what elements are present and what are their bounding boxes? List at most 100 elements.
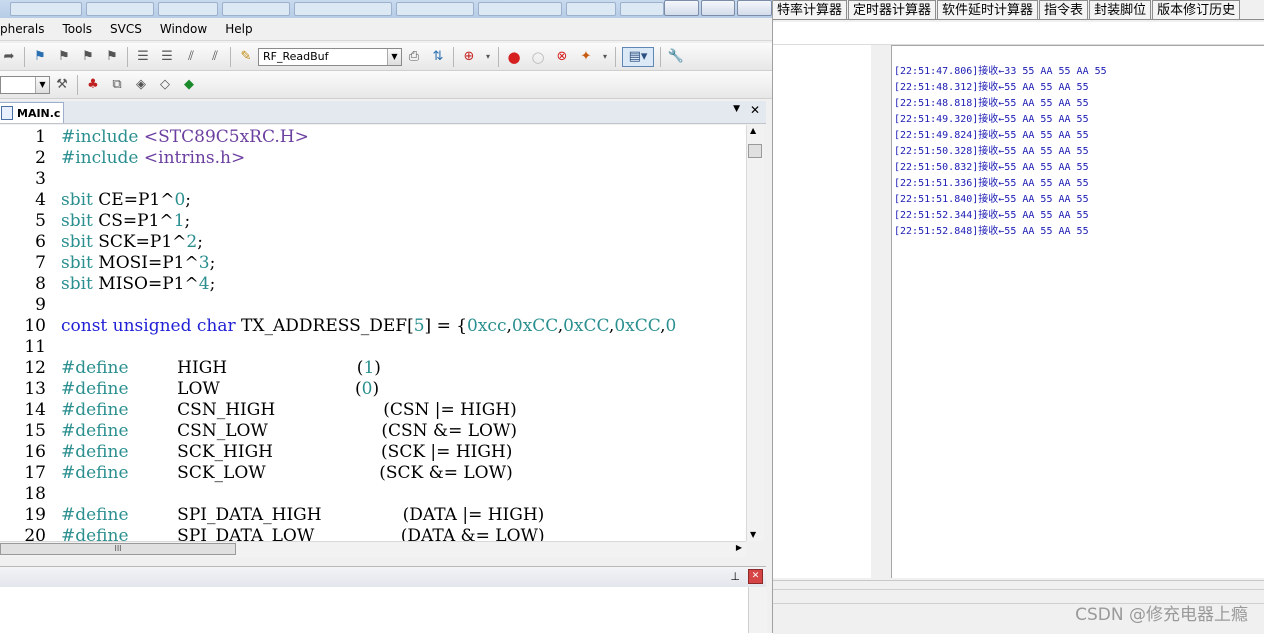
window-layout-icon[interactable]: ▤▾ (622, 46, 654, 67)
tab-instruction-table[interactable]: 指令表 (1039, 0, 1089, 20)
code-token: ; (209, 253, 216, 273)
pin-icon[interactable]: ⊥ (730, 570, 740, 583)
indent-icon[interactable]: ☰ (134, 48, 152, 66)
code-token: ; (184, 211, 191, 231)
tab-version-history[interactable]: 版本修订历史 (1152, 0, 1241, 20)
code-token: sbit (61, 190, 99, 210)
chevron-down-icon[interactable]: ▾ (601, 48, 609, 66)
main-toolbar: ➦ ⚑ ⚑ ⚑ ⚑ ☰ ☰ ⫽ ⫽ ✎ RF_ReadBuf ▼ ⎙ ⇅ ⊕ ▾… (0, 43, 772, 71)
document-tab-bar: MAIN.c ▼ ✕ (0, 101, 766, 124)
line-number: 4 (35, 190, 46, 210)
editor-horizontal-scrollbar[interactable]: III ▶ (0, 541, 746, 557)
code-token: SCK_HIGH (SCK |= HIGH) (177, 442, 513, 462)
maximize-button[interactable] (700, 0, 736, 16)
code-line: sbit MISO=P1^4; (61, 274, 215, 294)
packs-icon[interactable]: ◈ (132, 76, 150, 94)
tab-delay-calculator[interactable]: 软件延时计算器 (937, 0, 1039, 20)
unindent-icon[interactable]: ☰ (158, 48, 176, 66)
uncomment-icon[interactable]: ⫽ (206, 48, 224, 66)
code-token: 0xcc (467, 316, 507, 336)
clear-bookmarks-icon[interactable]: ⚑ (103, 48, 121, 66)
code-line: sbit CE=P1^0; (61, 190, 191, 210)
code-token: #define (61, 526, 178, 541)
bookmark-icon[interactable]: ⚑ (31, 48, 49, 66)
taskbar-tab[interactable] (478, 2, 562, 16)
breakpoint-icon[interactable]: ● (505, 48, 523, 66)
code-token: <intrins.h> (143, 148, 246, 168)
line-number: 16 (24, 442, 46, 462)
taskbar-tab[interactable] (566, 2, 616, 16)
document-tab-main-c[interactable]: MAIN.c (0, 102, 64, 123)
select-software-packs-icon[interactable]: ◇ (156, 76, 174, 94)
code-line: #define LOW (0) (61, 379, 379, 399)
chevron-down-icon[interactable]: ▼ (35, 76, 49, 93)
find-in-files-icon[interactable]: ✎ (237, 48, 255, 66)
serial-settings-panel (773, 45, 872, 578)
scroll-down-icon[interactable]: ▼ (750, 530, 756, 539)
code-token: 3 (198, 253, 210, 273)
tab-list-dropdown-icon[interactable]: ▼ (733, 104, 740, 114)
taskbar-tab[interactable] (86, 2, 154, 16)
chevron-down-icon[interactable]: ▾ (484, 48, 492, 66)
taskbar-tab[interactable] (10, 2, 82, 16)
chevron-down-icon[interactable]: ▼ (387, 48, 401, 65)
disable-all-breakpoints-icon[interactable]: ✦ (577, 48, 595, 66)
prev-bookmark-icon[interactable]: ⚑ (55, 48, 73, 66)
line-number: 5 (35, 211, 46, 231)
code-token: CSN_HIGH (CSN |= HIGH) (177, 400, 517, 420)
code-token: const unsigned char (61, 316, 242, 336)
editor-vertical-scrollbar[interactable]: ▲ ▼ (746, 125, 764, 541)
manage-project-icon[interactable]: ♣ (84, 76, 102, 94)
close-window-button[interactable] (737, 0, 773, 16)
close-tab-icon[interactable]: ✕ (750, 103, 760, 117)
menu-tools[interactable]: Tools (53, 18, 101, 40)
project-select[interactable]: ▼ (0, 75, 50, 94)
taskbar-tab[interactable] (222, 2, 290, 16)
code-line: sbit MOSI=P1^3; (61, 253, 215, 273)
close-pane-icon[interactable]: ✕ (748, 569, 763, 584)
minimize-button[interactable] (664, 0, 699, 16)
code-token: 5 (413, 316, 425, 336)
horizontal-scroll-thumb[interactable]: III (0, 543, 236, 555)
target-select[interactable]: RF_ReadBuf ▼ (258, 47, 402, 66)
taskbar-tab[interactable] (294, 2, 392, 16)
receive-log-line: [22:51:52.848]接收←55 AA 55 AA 55 (894, 226, 1089, 237)
scroll-right-icon[interactable]: ▶ (736, 543, 742, 552)
code-token: sbit (61, 211, 99, 231)
menu-svcs[interactable]: SVCS (101, 18, 151, 40)
taskbar-tab[interactable] (396, 2, 474, 16)
menu-window[interactable]: Window (151, 18, 216, 40)
kill-breakpoints-icon[interactable]: ⊗ (553, 48, 571, 66)
debug-session-icon[interactable]: ⊕ (460, 48, 478, 66)
tab-timer-calculator[interactable]: 定时器计算器 (848, 0, 937, 20)
receive-log-line: [22:51:49.824]接收←55 AA 55 AA 55 (894, 130, 1089, 141)
disable-breakpoint-icon[interactable]: ○ (529, 48, 547, 66)
comment-icon[interactable]: ⫽ (182, 48, 200, 66)
code-token: #include (61, 127, 144, 147)
scroll-up-icon[interactable]: ▲ (750, 126, 756, 135)
line-number: 8 (35, 274, 46, 294)
redo-icon[interactable]: ➦ (0, 48, 18, 66)
target-options-icon[interactable]: ⚒ (53, 76, 71, 94)
find-icon[interactable]: ⎙ (405, 48, 423, 66)
code-token: MISO=P1^ (98, 274, 199, 294)
configure-icon[interactable]: 🔧 (667, 48, 685, 66)
code-token: 0xCC (614, 316, 661, 336)
next-bookmark-icon[interactable]: ⚑ (79, 48, 97, 66)
taskbar-tab[interactable] (620, 2, 664, 16)
code-token: 0xCC (563, 316, 609, 336)
menu-help[interactable]: Help (216, 18, 261, 40)
pack-installer-icon[interactable]: ◆ (180, 76, 198, 94)
tab-package-pinout[interactable]: 封装脚位 (1089, 0, 1152, 20)
code-editor[interactable]: 1 #include <STC89C5xRC.H> 2 #include <intri… (0, 125, 746, 541)
scroll-corner (746, 541, 766, 557)
vertical-scroll-thumb[interactable] (748, 144, 762, 158)
code-token: HIGH ( (177, 358, 364, 378)
taskbar-tab[interactable] (158, 2, 218, 16)
menu-peripherals[interactable]: pherals (0, 18, 53, 40)
output-pane-scrollbar[interactable] (748, 587, 767, 633)
receive-textbox[interactable]: [22:51:47.806]接收←33 55 AA 55 AA 55 [22:51… (891, 45, 1264, 578)
incremental-find-icon[interactable]: ⇅ (429, 48, 447, 66)
file-extensions-icon[interactable]: ⧉ (108, 76, 126, 94)
tab-baud-calculator[interactable]: 特率计算器 (773, 0, 848, 20)
